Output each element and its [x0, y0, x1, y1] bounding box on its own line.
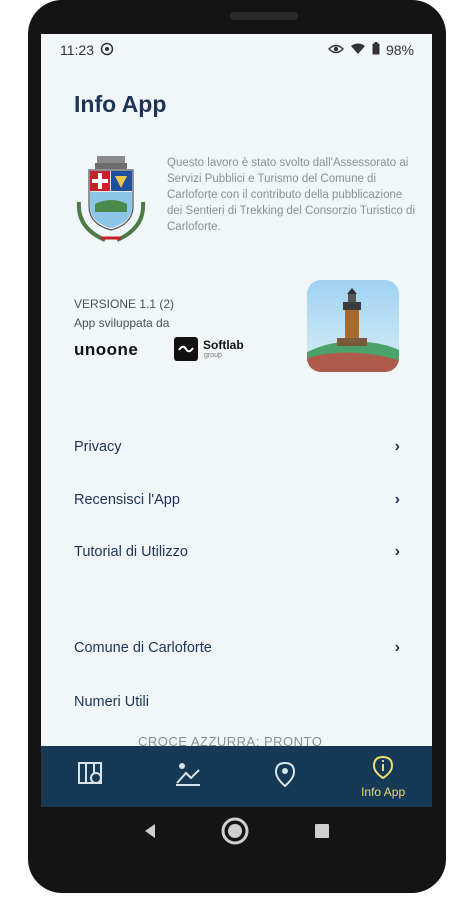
menu-item-label: Recensisci l'App — [74, 492, 180, 508]
softlab-logo-text[interactable]: Softlab — [203, 338, 244, 352]
home-icon[interactable] — [220, 816, 250, 851]
tab-places[interactable] — [237, 746, 335, 807]
status-bar: 11:23 98% — [41, 34, 432, 66]
location-pin-icon — [273, 761, 297, 792]
recents-icon[interactable] — [313, 822, 331, 845]
wifi-icon — [350, 42, 366, 58]
system-navigation-bar — [41, 807, 432, 859]
chevron-right-icon: › — [394, 438, 400, 455]
menu-item-label: Privacy — [74, 439, 122, 455]
softlab-logo-icon[interactable] — [174, 337, 198, 361]
unoone-logo[interactable]: unoone — [74, 340, 138, 360]
page-title: Info App — [74, 91, 167, 117]
battery-icon — [372, 42, 380, 58]
menu-item-label: Numeri Utili — [74, 694, 149, 710]
back-icon[interactable] — [142, 822, 158, 845]
eye-icon — [327, 42, 344, 58]
menu-item-review-app[interactable]: Recensisci l'App › — [74, 488, 400, 512]
menu-item-label: Comune di Carloforte — [74, 640, 212, 656]
tab-label: Info App — [361, 784, 406, 799]
chevron-right-icon: › — [394, 543, 400, 560]
battery-percent: 98% — [385, 42, 414, 58]
app-lighthouse-icon — [307, 280, 399, 372]
earpiece-speaker — [230, 12, 298, 20]
menu-item-tutorial[interactable]: Tutorial di Utilizzo › — [74, 540, 400, 564]
tab-info-app[interactable]: Info App — [334, 746, 432, 807]
version-label: VERSIONE 1.1 (2) — [74, 297, 175, 311]
map-grid-icon — [77, 761, 103, 792]
developed-by-label: App sviluppata da — [74, 316, 170, 330]
chevron-right-icon: › — [394, 639, 400, 656]
info-icon — [371, 755, 395, 784]
whatsapp-icon — [100, 42, 114, 59]
bottom-navigation-bar: Info App — [41, 746, 432, 807]
menu-item-comune[interactable]: Comune di Carloforte › — [74, 636, 400, 660]
menu-item-privacy[interactable]: Privacy › — [74, 435, 400, 459]
softlab-logo-subtext: group — [204, 352, 222, 359]
trekking-icon — [174, 761, 202, 792]
chevron-right-icon: › — [394, 491, 400, 508]
app-screen: 11:23 98% Info App Questo lavoro è stato… — [41, 34, 432, 807]
coat-of-arms-icon — [75, 152, 147, 246]
intro-paragraph: Questo lavoro è stato svolto dall'Assess… — [167, 157, 416, 233]
menu-item-useful-numbers[interactable]: Numeri Utili — [74, 690, 400, 714]
tab-trekking[interactable] — [139, 746, 237, 807]
status-time: 11:23 — [60, 42, 94, 58]
tab-map[interactable] — [41, 746, 139, 807]
menu-item-label: Tutorial di Utilizzo — [74, 544, 188, 560]
